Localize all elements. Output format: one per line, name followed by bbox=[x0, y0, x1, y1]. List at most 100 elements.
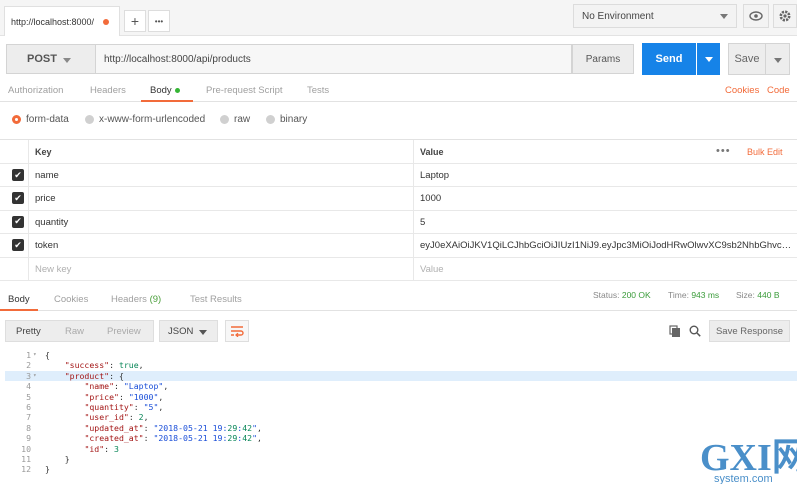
row-value[interactable]: 5 bbox=[420, 217, 792, 228]
fold-arrow-icon[interactable]: ▾ bbox=[33, 350, 37, 360]
line-number: 12 bbox=[21, 464, 31, 475]
checkbox-cell: ✔ bbox=[0, 187, 29, 210]
line-number: 4 bbox=[26, 381, 31, 392]
code-line: 1 ▾ { bbox=[5, 350, 797, 360]
search-button[interactable] bbox=[688, 323, 702, 339]
method-select[interactable]: POST bbox=[6, 44, 96, 74]
manage-environments-button[interactable] bbox=[773, 4, 797, 28]
save-response-button[interactable]: Save Response bbox=[709, 320, 790, 342]
url-value: http://localhost:8000/api/products bbox=[104, 53, 251, 65]
table-row: ✔ name Laptop bbox=[0, 164, 797, 188]
response-tab-cookies[interactable]: Cookies bbox=[54, 294, 88, 305]
wrap-lines-button[interactable] bbox=[225, 320, 249, 342]
tab-strip: http://localhost:8000/ + ••• No Environm… bbox=[0, 0, 797, 36]
code-line: 7 "user_id": 2, bbox=[5, 412, 797, 422]
radio-urlencoded[interactable]: x-www-form-urlencoded bbox=[85, 114, 205, 125]
request-tab[interactable]: http://localhost:8000/ bbox=[4, 6, 120, 36]
line-number: 6 bbox=[26, 401, 31, 412]
radio-raw[interactable]: raw bbox=[220, 114, 250, 125]
copy-button[interactable] bbox=[668, 323, 682, 339]
code-text: "updated_at": "2018-05-21 19:29:42", bbox=[84, 422, 262, 433]
code-text: "quantity": "5", bbox=[84, 401, 164, 412]
body-active-dot-icon bbox=[174, 87, 180, 93]
status-value: 200 OK bbox=[621, 290, 651, 300]
environment-select[interactable]: No Environment bbox=[573, 4, 737, 28]
params-button[interactable]: Params bbox=[572, 44, 634, 74]
bulk-edit-link[interactable]: Bulk Edit bbox=[747, 147, 783, 157]
response-tab-body[interactable]: Body bbox=[8, 294, 30, 305]
body-mode-group: form-data x-www-form-urlencoded raw bina… bbox=[0, 110, 797, 130]
tab-tests[interactable]: Tests bbox=[307, 85, 329, 96]
row-enabled-checkbox[interactable]: ✔ bbox=[12, 215, 24, 228]
column-divider bbox=[413, 187, 414, 210]
time-value: 943 ms bbox=[691, 290, 720, 300]
new-row: New key Value bbox=[0, 257, 797, 281]
send-button[interactable]: Send bbox=[642, 43, 696, 75]
status-label: Status: bbox=[593, 290, 620, 300]
code-text: } bbox=[45, 453, 70, 464]
tab-pre-request-script[interactable]: Pre-request Script bbox=[206, 85, 283, 96]
tab-body-label: Body bbox=[150, 85, 172, 96]
code-link[interactable]: Code bbox=[767, 85, 790, 96]
radio-selected-icon bbox=[12, 115, 21, 124]
new-tab-button[interactable]: + bbox=[124, 10, 146, 32]
radio-label: form-data bbox=[26, 114, 69, 125]
gear-icon bbox=[779, 10, 791, 22]
code-line: 2 "success": true, bbox=[5, 360, 797, 370]
column-divider bbox=[413, 257, 414, 280]
row-enabled-checkbox[interactable]: ✔ bbox=[12, 239, 24, 252]
code-line: 9 "created_at": "2018-05-21 19:29:42", bbox=[5, 433, 797, 443]
pretty-button[interactable]: Pretty bbox=[16, 326, 41, 337]
response-body-viewer[interactable]: 1 ▾{ 2 "success": true, 3 ▾ "product": { 4… bbox=[5, 350, 797, 484]
table-options-icon[interactable]: ••• bbox=[716, 145, 731, 157]
row-value[interactable]: 1000 bbox=[420, 193, 792, 204]
checkbox-cell: ✔ bbox=[0, 234, 29, 257]
tab-authorization[interactable]: Authorization bbox=[8, 85, 63, 96]
row-key[interactable]: price bbox=[35, 193, 56, 204]
url-input[interactable]: http://localhost:8000/api/products bbox=[96, 44, 572, 74]
send-options-button[interactable] bbox=[697, 43, 720, 75]
environment-quick-look-button[interactable] bbox=[743, 4, 769, 28]
code-text: "price": "1000", bbox=[84, 391, 164, 402]
fold-arrow-icon[interactable]: ▾ bbox=[33, 371, 37, 381]
response-tabs: Body Cookies Headers (9) Test Results St… bbox=[0, 289, 797, 311]
column-divider bbox=[413, 140, 414, 163]
row-enabled-checkbox[interactable]: ✔ bbox=[12, 169, 24, 181]
format-select[interactable]: JSON bbox=[159, 320, 218, 342]
new-key-input[interactable]: New key bbox=[35, 264, 71, 275]
raw-button[interactable]: Raw bbox=[65, 326, 84, 337]
size-value: 440 B bbox=[757, 290, 780, 300]
cookies-link[interactable]: Cookies bbox=[725, 85, 759, 96]
row-value[interactable]: Laptop bbox=[420, 170, 792, 181]
response-tab-test-results[interactable]: Test Results bbox=[190, 294, 242, 305]
row-enabled-checkbox[interactable]: ✔ bbox=[12, 192, 24, 205]
row-key[interactable]: token bbox=[35, 240, 58, 251]
row-key[interactable]: name bbox=[35, 170, 59, 181]
line-number: 8 bbox=[26, 422, 31, 433]
column-divider bbox=[413, 164, 414, 187]
radio-form-data[interactable]: form-data bbox=[12, 114, 69, 125]
line-number: 10 bbox=[21, 443, 31, 454]
active-tab-underline bbox=[0, 309, 38, 311]
form-data-table: Key Value ••• Bulk Edit ✔ name Laptop ✔ … bbox=[0, 139, 797, 281]
tab-headers[interactable]: Headers bbox=[90, 85, 126, 96]
tab-body[interactable]: Body bbox=[150, 85, 180, 96]
radio-binary[interactable]: binary bbox=[266, 114, 307, 125]
line-number: 9 bbox=[26, 433, 31, 444]
save-button[interactable]: Save bbox=[728, 43, 766, 75]
save-options-button[interactable] bbox=[766, 43, 790, 75]
unsaved-dot-icon bbox=[103, 18, 109, 25]
tab-options-button[interactable]: ••• bbox=[148, 10, 170, 32]
row-key[interactable]: quantity bbox=[35, 217, 68, 228]
code-text: { bbox=[45, 350, 50, 360]
response-tab-headers[interactable]: Headers (9) bbox=[111, 294, 161, 305]
new-value-input[interactable]: Value bbox=[420, 264, 792, 275]
table-row: ✔ quantity 5 bbox=[0, 210, 797, 235]
row-value[interactable]: eyJ0eXAiOiJKV1QiLCJhbGciOiJIUzI1NiJ9.eyJ… bbox=[420, 240, 792, 251]
preview-button[interactable]: Preview bbox=[107, 326, 141, 337]
code-text: } bbox=[45, 464, 50, 475]
eye-icon bbox=[749, 11, 763, 21]
request-tab-title: http://localhost:8000/ bbox=[11, 16, 95, 27]
response-tab-headers-label: Headers bbox=[111, 294, 147, 305]
code-text: "created_at": "2018-05-21 19:29:42", bbox=[84, 433, 262, 444]
